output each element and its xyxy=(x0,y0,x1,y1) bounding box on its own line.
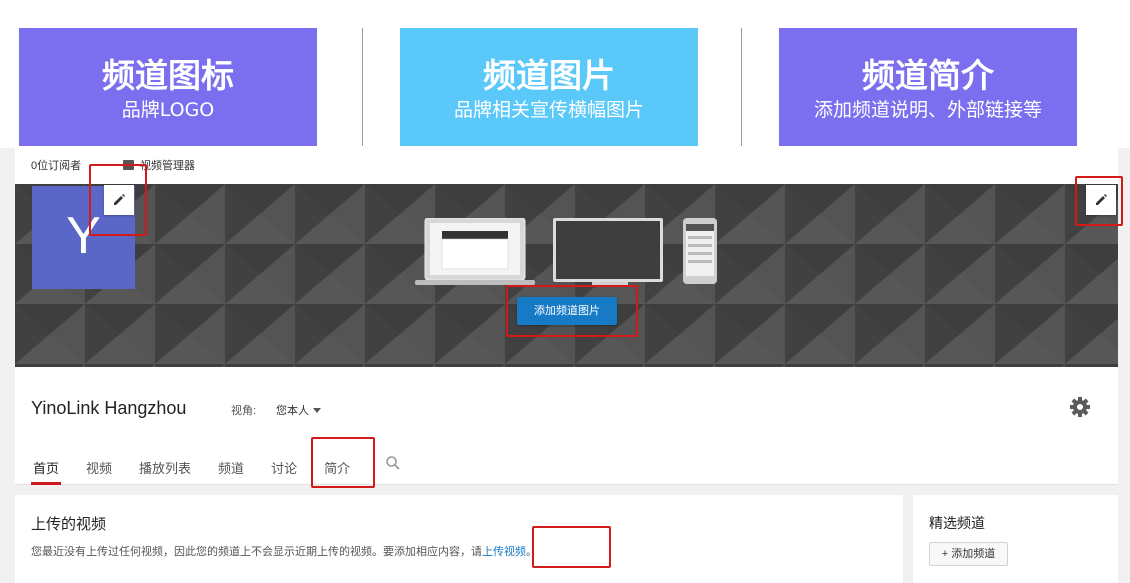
callout-subtitle: 品牌LOGO xyxy=(121,99,215,121)
divider xyxy=(741,28,742,146)
caret-down-icon xyxy=(313,407,321,413)
view-as-label: 视角: xyxy=(231,405,257,417)
channel-header: YinoLink Hangzhou 视角: 您本人 首页 视频 播放列表 频道 … xyxy=(15,367,1118,485)
callout-channel-about: 频道简介 添加频道说明、外部链接等 xyxy=(779,28,1077,146)
callout-subtitle: 品牌相关宣传横幅图片 xyxy=(453,99,644,121)
tab-videos[interactable]: 视频 xyxy=(86,454,112,485)
callout-subtitle: 添加频道说明、外部链接等 xyxy=(813,99,1042,121)
annotation-strip: 频道图标 品牌LOGO 频道图片 品牌相关宣传横幅图片 频道简介 添加频道说明、… xyxy=(0,0,1130,148)
view-as-dropdown[interactable]: 您本人 xyxy=(276,402,321,418)
divider xyxy=(362,28,363,146)
callout-channel-icon: 频道图标 品牌LOGO xyxy=(19,28,317,146)
featured-channels-title: 精选频道 xyxy=(929,515,985,531)
video-manager-label: 视频管理器 xyxy=(140,160,195,172)
highlight-banner-edit xyxy=(1075,176,1123,226)
uploads-section: 上传的视频 您最近没有上传过任何视频，因此您的频道上不会显示近期上传的视频。要添… xyxy=(15,495,903,583)
highlight-upload-link xyxy=(532,526,611,568)
tab-playlists[interactable]: 播放列表 xyxy=(139,454,191,485)
device-preview-illustration xyxy=(415,218,717,285)
highlight-avatar-edit xyxy=(89,164,147,236)
subscriber-count: 0位订阅者 xyxy=(31,160,82,172)
tab-discussion[interactable]: 讨论 xyxy=(271,454,297,485)
tab-home[interactable]: 首页 xyxy=(30,454,62,485)
callout-title: 频道简介 xyxy=(862,56,994,95)
uploads-title: 上传的视频 xyxy=(31,516,107,533)
highlight-about-tab xyxy=(311,437,375,488)
uploads-description-text: 您最近没有上传过任何视频，因此您的频道上不会显示近期上传的视频。要添加相应内容，… xyxy=(31,546,482,558)
uploads-description: 您最近没有上传过任何视频，因此您的频道上不会显示近期上传的视频。要添加相应内容，… xyxy=(31,543,537,559)
view-as-value: 您本人 xyxy=(276,405,309,417)
add-channel-button[interactable]: + 添加频道 xyxy=(929,542,1008,566)
channel-topbar: 0位订阅者 视频管理器 xyxy=(15,148,1118,184)
featured-channels-section: 精选频道 + 添加频道 xyxy=(913,495,1118,583)
tab-channels[interactable]: 频道 xyxy=(218,454,244,485)
search-icon[interactable] xyxy=(385,455,401,471)
upload-video-link[interactable]: 上传视频 xyxy=(482,546,526,558)
callout-title: 频道图标 xyxy=(102,56,234,95)
highlight-add-art xyxy=(506,285,638,337)
callout-channel-art: 频道图片 品牌相关宣传横幅图片 xyxy=(400,28,698,146)
channel-name: YinoLink Hangzhou xyxy=(31,398,187,418)
gear-icon[interactable] xyxy=(1069,396,1091,418)
callout-title: 频道图片 xyxy=(483,56,615,95)
